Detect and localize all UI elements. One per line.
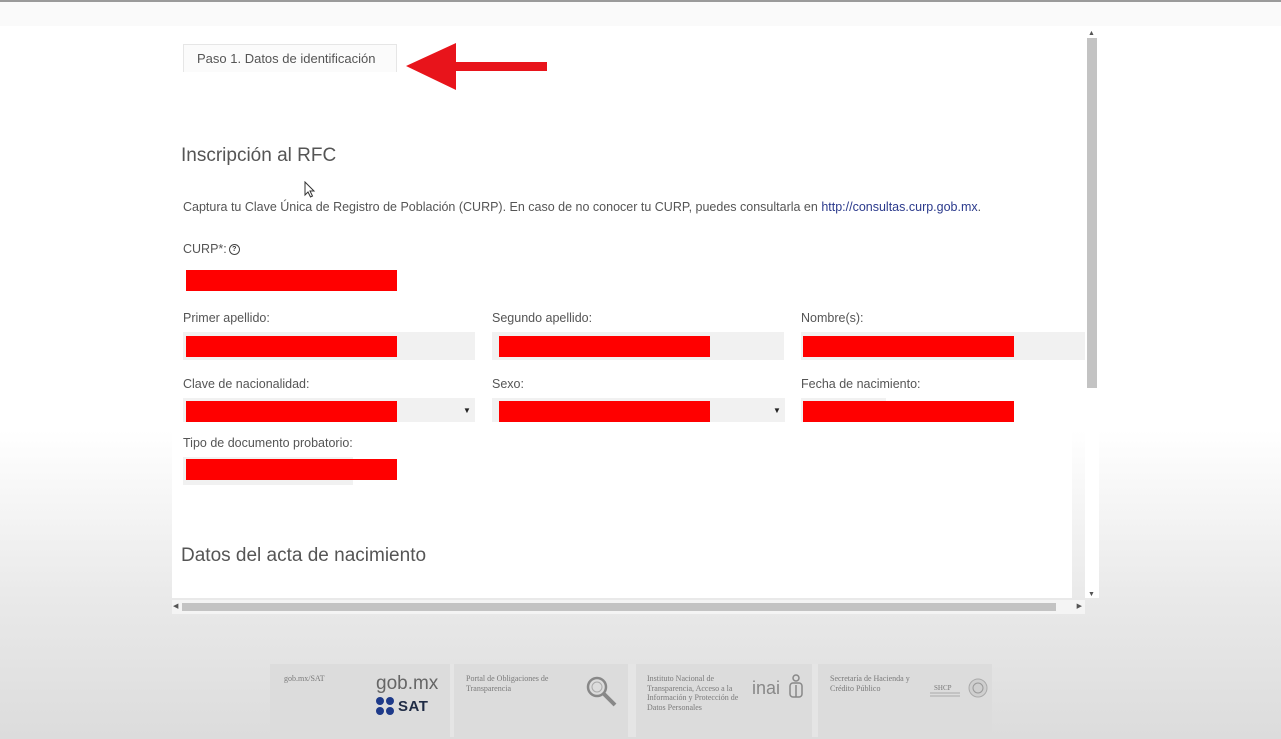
clave-nacionalidad-redaction (186, 401, 397, 422)
page-title: Inscripción al RFC (181, 145, 337, 166)
chevron-down-icon[interactable]: ▼ (773, 406, 781, 415)
gob-sat-caption: gob.mx/SAT (284, 674, 325, 683)
segundo-apellido-label: Segundo apellido: (492, 311, 593, 325)
tab-paso-1[interactable]: Paso 1. Datos de identificación (183, 44, 397, 72)
portal-caption: Portal de Obligaciones de Transparencia (466, 674, 549, 693)
gob-mx-logo: gob.mx (376, 673, 439, 694)
footer-gob-sat[interactable]: gob.mx/SAT gob.mx SAT (270, 664, 450, 737)
vertical-scrollbar[interactable]: ▲ ▼ (1085, 30, 1099, 598)
scroll-left-icon[interactable]: ◀ (173, 602, 178, 610)
help-icon[interactable]: ? (228, 244, 240, 255)
scroll-down-icon[interactable]: ▼ (1088, 591, 1095, 598)
clave-nacionalidad-label: Clave de nacionalidad: (183, 377, 310, 391)
tipo-documento-label: Tipo de documento probatorio: (183, 436, 353, 450)
footer-portal-transparencia[interactable]: Portal de Obligaciones de Transparencia (454, 664, 628, 737)
sexo-label: Sexo: (492, 377, 524, 391)
browser-top-bar (0, 2, 1281, 26)
section-title-acta: Datos del acta de nacimiento (181, 545, 427, 566)
curp-description: Captura tu Clave Única de Registro de Po… (183, 200, 981, 214)
inai-figure-icon (789, 674, 803, 698)
nombres-redaction (803, 336, 1014, 357)
inai-logo: inai (752, 678, 781, 698)
form-panel (172, 30, 1072, 598)
footer-bar: gob.mx/SAT gob.mx SAT Portal de Obligaci… (270, 664, 992, 737)
horizontal-scrollbar[interactable]: ◀ ▶ (172, 600, 1085, 614)
sexo-redaction (499, 401, 710, 422)
magnifier-icon (586, 676, 617, 707)
fecha-nacimiento-label: Fecha de nacimiento: (801, 377, 921, 391)
description-suffix: . (977, 200, 982, 214)
sat-logo-text: SAT (398, 698, 429, 715)
footer-inai[interactable]: Instituto Nacional de Transparencia, Acc… (636, 664, 812, 737)
annotation-arrow-icon (406, 43, 547, 90)
mexico-seal-icon (968, 678, 988, 698)
horizontal-scroll-thumb[interactable] (182, 603, 1056, 611)
primer-apellido-label: Primer apellido: (183, 311, 270, 325)
primer-apellido-redaction (186, 336, 397, 357)
shcp-caption: Secretaría de Hacienda y Crédito Público (830, 674, 910, 693)
vertical-scroll-thumb[interactable] (1087, 38, 1097, 388)
chevron-down-icon[interactable]: ▼ (463, 406, 471, 415)
sat-logo-icon (376, 697, 394, 715)
tipo-documento-redaction (186, 459, 397, 480)
curp-consult-link[interactable]: http://consultas.curp.gob.mx (821, 200, 977, 214)
scroll-right-icon[interactable]: ▶ (1077, 602, 1082, 610)
curp-label: CURP*:? (183, 242, 240, 256)
description-text: Captura tu Clave Única de Registro de Po… (183, 200, 822, 214)
curp-redaction (186, 270, 397, 291)
curp-label-text: CURP*: (183, 242, 227, 256)
footer-shcp[interactable]: Secretaría de Hacienda y Crédito Público… (818, 664, 992, 737)
mouse-cursor-icon (304, 181, 316, 198)
scroll-up-icon[interactable]: ▲ (1088, 30, 1095, 37)
shcp-logo: SHCP (934, 684, 952, 692)
fecha-nacimiento-redaction (803, 401, 1014, 422)
nombres-label: Nombre(s): (801, 311, 864, 325)
segundo-apellido-redaction (499, 336, 710, 357)
inai-caption: Instituto Nacional de Transparencia, Acc… (647, 674, 739, 712)
shcp-lines-icon (930, 692, 960, 697)
